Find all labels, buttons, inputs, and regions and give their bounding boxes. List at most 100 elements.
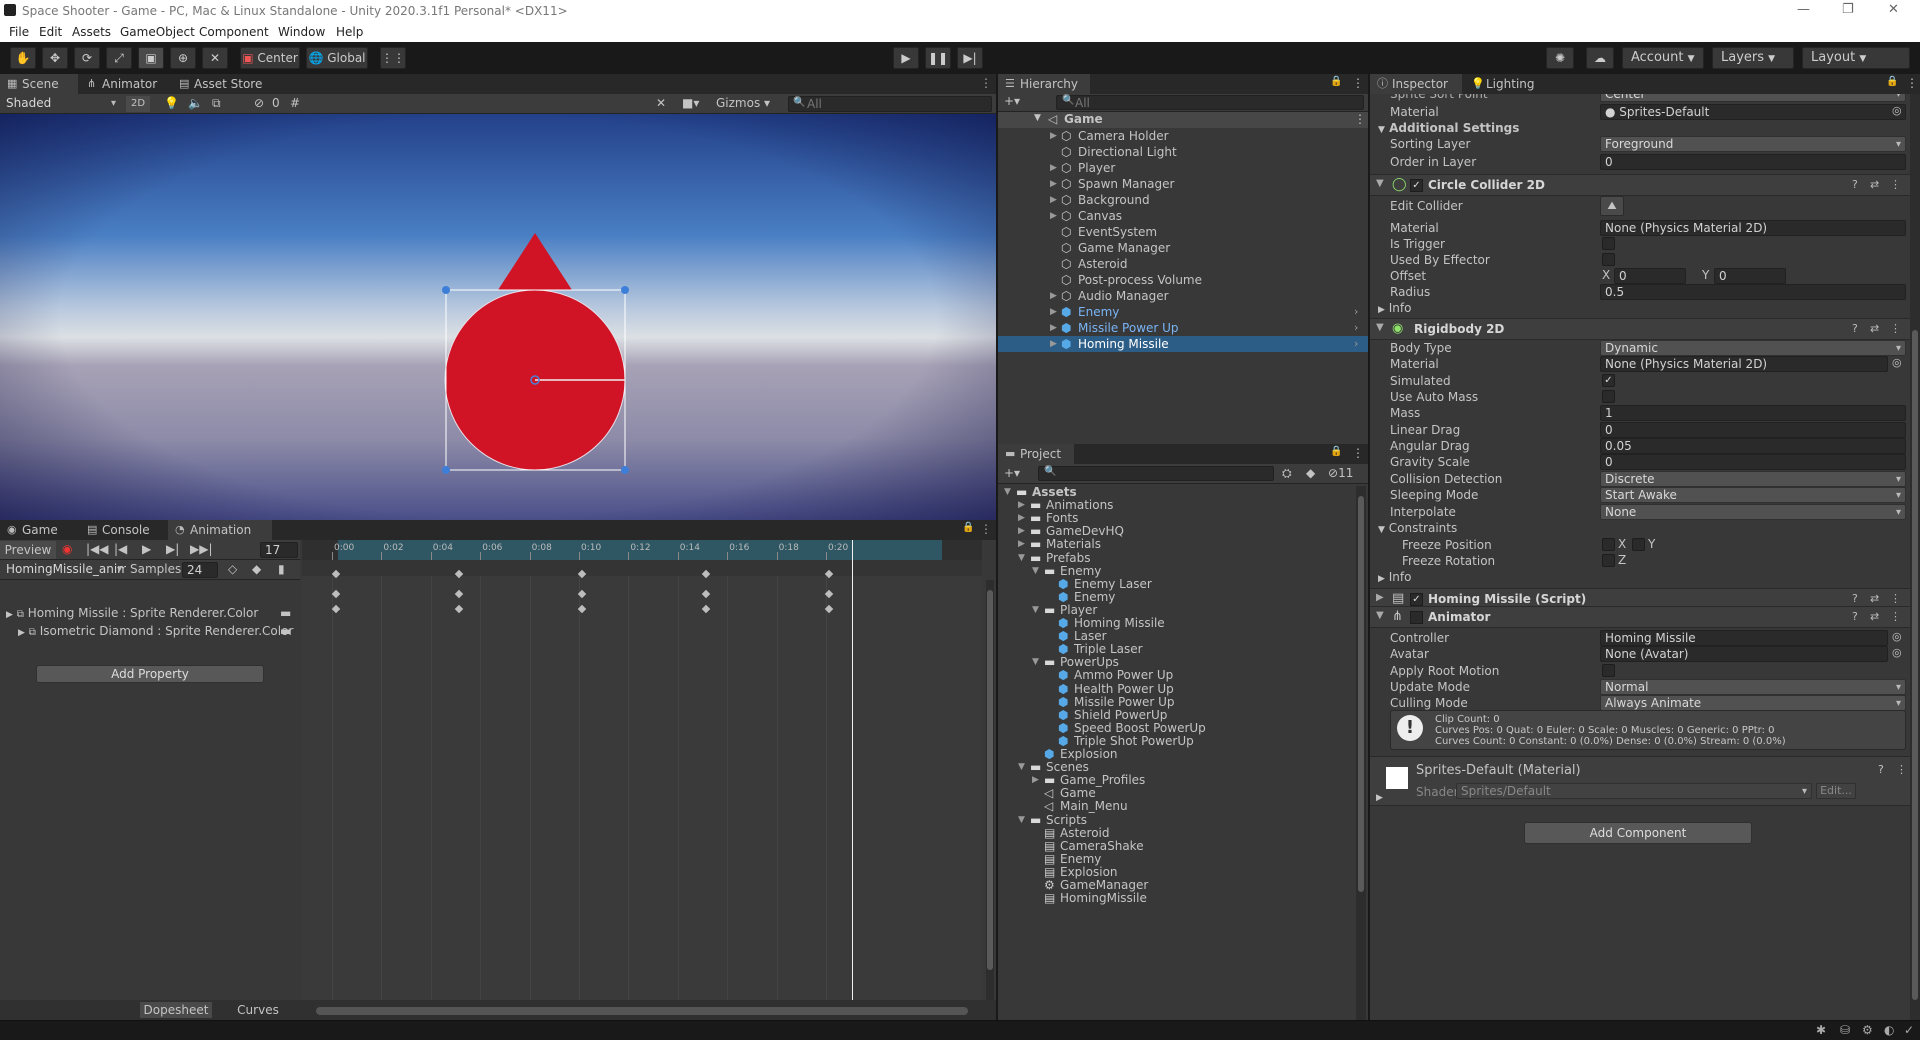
is-trigger-checkbox[interactable] [1602, 237, 1615, 250]
transform-tool-icon[interactable]: ⊕ [170, 47, 196, 69]
hierarchy-item[interactable]: ▶ ⬡ Player [998, 160, 1368, 176]
collider-info-foldout[interactable]: ▶ Info [1378, 300, 1411, 316]
lock-icon[interactable]: 🔒 [962, 522, 974, 533]
hand-tool-icon[interactable]: ✋ [10, 47, 36, 69]
panel-menu-icon[interactable]: ⋮ [980, 76, 992, 90]
project-folder[interactable]: ▼ ▬ PowerUps [998, 656, 1354, 669]
object-picker-icon[interactable]: ◎ [1892, 104, 1902, 117]
expand-arrow-icon[interactable]: ▶ [1018, 538, 1025, 551]
scale-tool-icon[interactable]: ⤢ [106, 47, 132, 69]
object-field[interactable]: Homing Missile [1600, 630, 1888, 646]
scene-root-row[interactable]: ▼ ◁ Game ⋮ [998, 112, 1368, 128]
expand-arrow-icon[interactable]: ▶ [1376, 592, 1384, 603]
minimize-icon[interactable]: — [1797, 2, 1810, 17]
next-keyframe-icon[interactable]: ▶| [166, 542, 179, 556]
tab-lighting[interactable]: 💡 Lighting [1464, 74, 1546, 94]
keyframe[interactable] [824, 569, 834, 579]
collapse-arrow-icon[interactable]: ▼ [1376, 610, 1384, 621]
account-dropdown[interactable]: Account ▼ [1622, 47, 1704, 69]
custom-tool-icon[interactable]: ✕ [202, 47, 228, 69]
hierarchy-item[interactable]: ⬡ Post-process Volume [998, 272, 1368, 288]
close-icon[interactable]: ✕ [1888, 2, 1899, 17]
project-asset[interactable]: ◁ Main_Menu [998, 800, 1354, 813]
expand-arrow-icon[interactable]: ▶ [1050, 160, 1057, 176]
maximize-icon[interactable]: ❐ [1842, 2, 1854, 17]
project-folder[interactable]: ▶ ▬ Materials [998, 538, 1354, 551]
play-animation-icon[interactable]: ▶ [142, 542, 151, 556]
hidden-objects-icon[interactable]: ⊘ [254, 96, 264, 110]
lighting-icon[interactable]: 💡 [164, 96, 179, 110]
animator-header[interactable]: ▼ ⋔ Animator ? ⇄ ⋮ [1370, 606, 1910, 628]
rect-tool-icon[interactable]: ▣ [138, 47, 164, 69]
material-menu-icon[interactable]: ⋮ [1896, 763, 1907, 776]
rigidbody-info-foldout[interactable]: ▶ Info [1378, 569, 1411, 585]
keyframe[interactable] [577, 569, 587, 579]
keyframe[interactable] [577, 604, 587, 614]
expand-arrow-icon[interactable]: ▼ [1018, 552, 1025, 565]
project-asset[interactable]: ⬢ Enemy Laser [998, 577, 1354, 591]
hierarchy-item[interactable]: ▶ ⬢ Missile Power Up › [998, 320, 1368, 336]
project-menu-icon[interactable]: ⋮ [1352, 446, 1364, 460]
freeze-z-checkbox[interactable] [1602, 554, 1615, 567]
hierarchy-item[interactable]: ▶ ⬡ Canvas [998, 208, 1368, 224]
property-dropdown[interactable]: None [1600, 503, 1906, 520]
tab-hierarchy[interactable]: ☰ Hierarchy [998, 74, 1090, 94]
tab-asset-store[interactable]: ▤ Asset Store [172, 74, 272, 94]
hierarchy-item[interactable]: ▶ ⬢ Enemy › [998, 304, 1368, 320]
radius-input[interactable]: 0.5 [1600, 284, 1906, 300]
project-asset[interactable]: ⬢ Shield PowerUp [998, 708, 1354, 722]
help-icon[interactable]: ? [1852, 322, 1858, 335]
property-checkbox[interactable] [1602, 390, 1615, 404]
project-asset[interactable]: ⬢ Speed Boost PowerUp [998, 721, 1354, 735]
project-folder[interactable]: ▶ ▬ Fonts [998, 512, 1354, 525]
project-asset[interactable]: ◁ Game [998, 787, 1354, 800]
expand-arrow-icon[interactable]: ▼ [1032, 604, 1039, 617]
enabled-checkbox[interactable]: ✓ [1410, 593, 1423, 606]
homing-missile-sprite[interactable] [0, 114, 996, 520]
frame-input[interactable]: 17 [260, 542, 298, 558]
tab-animator[interactable]: ⋔ Animator [80, 74, 170, 94]
property-checkbox[interactable]: ✓ [1602, 373, 1615, 387]
cache-icon[interactable]: ⛁ [1840, 1023, 1850, 1037]
check-icon[interactable]: ✓ [1904, 1023, 1914, 1037]
order-in-layer-input[interactable]: 0 [1600, 154, 1906, 170]
project-scrollbar[interactable] [1356, 486, 1366, 1020]
object-field[interactable]: None (Avatar) [1600, 646, 1888, 663]
shader-dropdown[interactable]: Sprites/Default [1456, 783, 1812, 799]
rotate-tool-icon[interactable]: ⟳ [74, 47, 100, 69]
hierarchy-item[interactable]: ▶ ⬡ Background [998, 192, 1368, 208]
pivot-global-button[interactable]: 🌐 Global [306, 47, 368, 69]
hierarchy-item[interactable]: ⬡ Asteroid [998, 256, 1368, 272]
project-asset[interactable]: ▤ Asteroid [998, 826, 1354, 840]
expand-arrow-icon[interactable]: ▶ [1032, 774, 1039, 787]
project-asset[interactable]: ⬢ Laser [998, 630, 1354, 643]
additional-settings-foldout[interactable]: ▼ Additional Settings [1378, 120, 1519, 136]
component-menu-icon[interactable]: ⋮ [1890, 610, 1901, 623]
menu-file[interactable]: File [9, 25, 29, 39]
project-asset[interactable]: ⬢ Homing Missile [998, 617, 1354, 630]
object-picker-icon[interactable]: ◎ [1892, 630, 1902, 643]
project-folder[interactable]: ▼ ▬ Scenes [998, 761, 1354, 774]
keyframe[interactable] [701, 589, 711, 599]
tab-game[interactable]: ◉ Game [0, 520, 78, 540]
services-icon[interactable]: ✺ [1546, 47, 1574, 69]
effects-icon[interactable]: ⧉ [212, 96, 221, 111]
expand-arrow-icon[interactable]: ▼ [1032, 565, 1039, 578]
sprite-sort-point-dropdown[interactable]: Center [1600, 94, 1906, 102]
component-menu-icon[interactable]: ⋮ [1890, 322, 1901, 335]
constraints-foldout[interactable]: ▼ Constraints [1378, 520, 1457, 536]
preset-icon[interactable]: ⇄ [1870, 592, 1879, 605]
expand-arrow-icon[interactable]: ▶ [1050, 128, 1057, 144]
project-asset[interactable]: ⬢ Missile Power Up [998, 695, 1354, 709]
project-asset[interactable]: ⬢ Ammo Power Up [998, 669, 1354, 682]
horizontal-scrollbar[interactable] [316, 1007, 968, 1015]
expand-arrow-icon[interactable]: ▶ [1018, 525, 1025, 538]
expand-arrow-icon[interactable]: ▶ [1376, 793, 1383, 803]
expand-arrow-icon[interactable]: ▶ [1050, 288, 1057, 304]
expand-arrow-icon[interactable]: ▼ [1018, 814, 1025, 827]
project-folder[interactable]: ▶ ▬ Animations [998, 499, 1354, 512]
hierarchy-item[interactable]: ⬡ EventSystem [998, 224, 1368, 240]
preset-icon[interactable]: ⇄ [1870, 178, 1879, 191]
offset-y-input[interactable]: 0 [1714, 268, 1786, 284]
animation-menu-icon[interactable]: ⋮ [980, 522, 992, 536]
